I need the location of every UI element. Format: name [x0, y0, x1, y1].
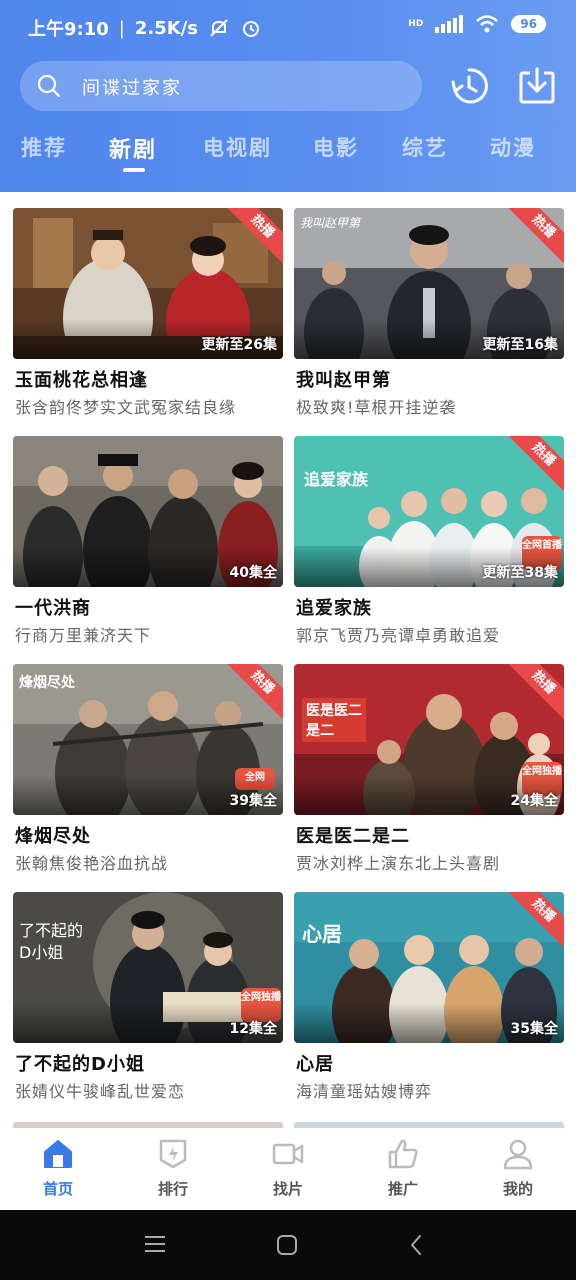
poster-title-art: 追爱家族 — [304, 470, 369, 489]
nav-find[interactable]: 找片 — [248, 1138, 328, 1199]
alarm-icon — [242, 21, 259, 37]
thumbs-up-icon — [388, 1139, 418, 1169]
tab-variety[interactable]: 综艺 — [402, 132, 448, 162]
card-title[interactable]: 烽烟尽处 — [15, 822, 91, 848]
card-subtitle: 行商万里兼济天下 — [15, 626, 152, 645]
nav-label: 找片 — [272, 1180, 303, 1198]
drama-card[interactable]: 了不起的D小姐 全网独播 12集全 了不起的D小姐 张婧仪牛骏峰乱世爱恋 — [13, 892, 283, 1107]
system-navigation-bar — [0, 1210, 576, 1280]
episode-badge: 39集全 — [229, 793, 277, 809]
drama-card[interactable]: 我叫赵甲第 热播 更新至16集 我叫赵甲第 极致爽!草根开挂逆袭 — [294, 208, 564, 423]
tab-new-drama[interactable]: 新剧 — [109, 132, 157, 164]
search-placeholder: 间谍过家家 — [82, 78, 182, 99]
battery-indicator: 96 — [511, 15, 546, 33]
drama-card[interactable]: 追爱家族 全网首播 热播 更新至38集 追爱家族 郭京飞贾乃亮谭卓勇敢追爱 — [294, 436, 564, 651]
episode-badge: 更新至26集 — [201, 337, 277, 353]
status-net-speed: 2.5K/s — [134, 17, 198, 39]
drama-card[interactable]: 40集全 一代洪商 行商万里兼济天下 — [13, 436, 283, 651]
search-icon — [37, 74, 61, 98]
wifi-icon — [476, 15, 499, 33]
card-subtitle: 极致爽!草根开挂逆袭 — [296, 398, 457, 417]
drama-card[interactable]: 医是医二是二 全网独播 热播 24集全 医是医二是二 贾冰刘桦上演东北上头喜剧 — [294, 664, 564, 879]
status-time: 上午9:10 — [28, 19, 109, 40]
episode-badge: 更新至38集 — [482, 565, 558, 581]
history-icon[interactable] — [449, 64, 489, 108]
poster[interactable]: 烽烟尽处 全网 热播 39集全 — [13, 664, 283, 815]
ranking-icon — [159, 1139, 187, 1169]
poster[interactable]: 医是医二是二 全网独播 热播 24集全 — [294, 664, 564, 815]
next-row-peek — [294, 1122, 564, 1128]
active-tab-indicator — [123, 168, 145, 172]
drama-card[interactable]: 热播 更新至26集 玉面桃花总相逢 张含韵佟梦实文武冤家结良缘 — [13, 208, 283, 423]
nav-home[interactable]: 首页 — [18, 1138, 98, 1199]
card-subtitle: 张含韵佟梦实文武冤家结良缘 — [15, 398, 237, 417]
card-title[interactable]: 玉面桃花总相逢 — [15, 366, 148, 392]
poster[interactable]: 我叫赵甲第 热播 更新至16集 — [294, 208, 564, 359]
poster[interactable]: 热播 更新至26集 — [13, 208, 283, 359]
card-title[interactable]: 追爱家族 — [296, 594, 372, 620]
nav-label: 排行 — [157, 1180, 188, 1198]
mute-icon — [210, 19, 228, 37]
card-title[interactable]: 了不起的D小姐 — [15, 1050, 145, 1076]
download-icon[interactable] — [517, 64, 557, 108]
poster[interactable]: 心居 热播 35集全 — [294, 892, 564, 1043]
nav-profile[interactable]: 我的 — [478, 1138, 558, 1199]
nav-promote[interactable]: 推广 — [363, 1138, 443, 1199]
tab-anime[interactable]: 动漫 — [490, 132, 536, 162]
card-title[interactable]: 医是医二是二 — [296, 822, 410, 848]
poster[interactable]: 追爱家族 全网首播 热播 更新至38集 — [294, 436, 564, 587]
poster-title-art: 了不起的D小姐 — [19, 921, 84, 962]
menu-icon[interactable] — [144, 1234, 166, 1254]
nav-label: 推广 — [387, 1180, 418, 1198]
status-separator: | — [118, 17, 125, 39]
poster[interactable]: 40集全 — [13, 436, 283, 587]
card-subtitle: 张婧仪牛骏峰乱世爱恋 — [15, 1082, 186, 1101]
nav-label: 首页 — [42, 1180, 73, 1198]
home-button-icon[interactable] — [276, 1234, 298, 1256]
card-subtitle: 贾冰刘桦上演东北上头喜剧 — [296, 854, 501, 873]
bottom-navigation: 首页 排行 找片 推广 我的 — [0, 1132, 576, 1210]
card-title[interactable]: 一代洪商 — [15, 594, 91, 620]
episode-badge: 12集全 — [229, 1021, 277, 1037]
card-subtitle: 海清童瑶姑嫂博弈 — [296, 1082, 433, 1101]
poster-title-art: 医是医二是二 — [302, 698, 366, 742]
drama-card[interactable]: 心居 热播 35集全 心居 海清童瑶姑嫂博弈 — [294, 892, 564, 1107]
card-subtitle: 张翰焦俊艳浴血抗战 — [15, 854, 169, 873]
episode-badge: 35集全 — [510, 1021, 558, 1037]
drama-card[interactable]: 烽烟尽处 全网 热播 39集全 烽烟尽处 张翰焦俊艳浴血抗战 — [13, 664, 283, 879]
poster-title-art: 烽烟尽处 — [19, 675, 75, 691]
card-subtitle: 郭京飞贾乃亮谭卓勇敢追爱 — [296, 626, 501, 645]
signal-icon — [435, 15, 464, 33]
user-icon — [503, 1139, 533, 1170]
episode-badge: 更新至16集 — [482, 337, 558, 353]
drama-grid: 热播 更新至26集 玉面桃花总相逢 张含韵佟梦实文武冤家结良缘 我叫赵甲第 热播… — [0, 192, 576, 1132]
card-title[interactable]: 我叫赵甲第 — [296, 366, 391, 392]
poster-title-art: 心居 — [302, 922, 342, 946]
search-box[interactable]: 间谍过家家 — [20, 61, 422, 111]
network-type: HD — [408, 19, 424, 29]
episode-badge: 40集全 — [229, 565, 277, 581]
back-icon[interactable] — [408, 1234, 424, 1256]
card-title[interactable]: 心居 — [296, 1050, 334, 1076]
header: 上午9:10 | 2.5K/s HD 96 间谍过家家 推荐 新剧 电视剧 电影… — [0, 0, 576, 192]
category-tabs: 推荐 新剧 电视剧 电影 综艺 动漫 — [0, 128, 576, 178]
tab-tv-series[interactable]: 电视剧 — [203, 132, 272, 162]
home-icon — [44, 1140, 72, 1168]
next-row-peek — [13, 1122, 283, 1128]
nav-label: 我的 — [502, 1180, 533, 1198]
poster[interactable]: 了不起的D小姐 全网独播 12集全 — [13, 892, 283, 1043]
tab-movies[interactable]: 电影 — [313, 132, 359, 162]
status-bar: 上午9:10 | 2.5K/s HD 96 — [0, 0, 576, 52]
tab-recommend[interactable]: 推荐 — [21, 132, 67, 162]
nav-ranking[interactable]: 排行 — [133, 1138, 213, 1199]
episode-badge: 24集全 — [510, 793, 558, 809]
poster-title-art: 我叫赵甲第 — [300, 216, 361, 230]
video-camera-icon — [272, 1143, 304, 1165]
